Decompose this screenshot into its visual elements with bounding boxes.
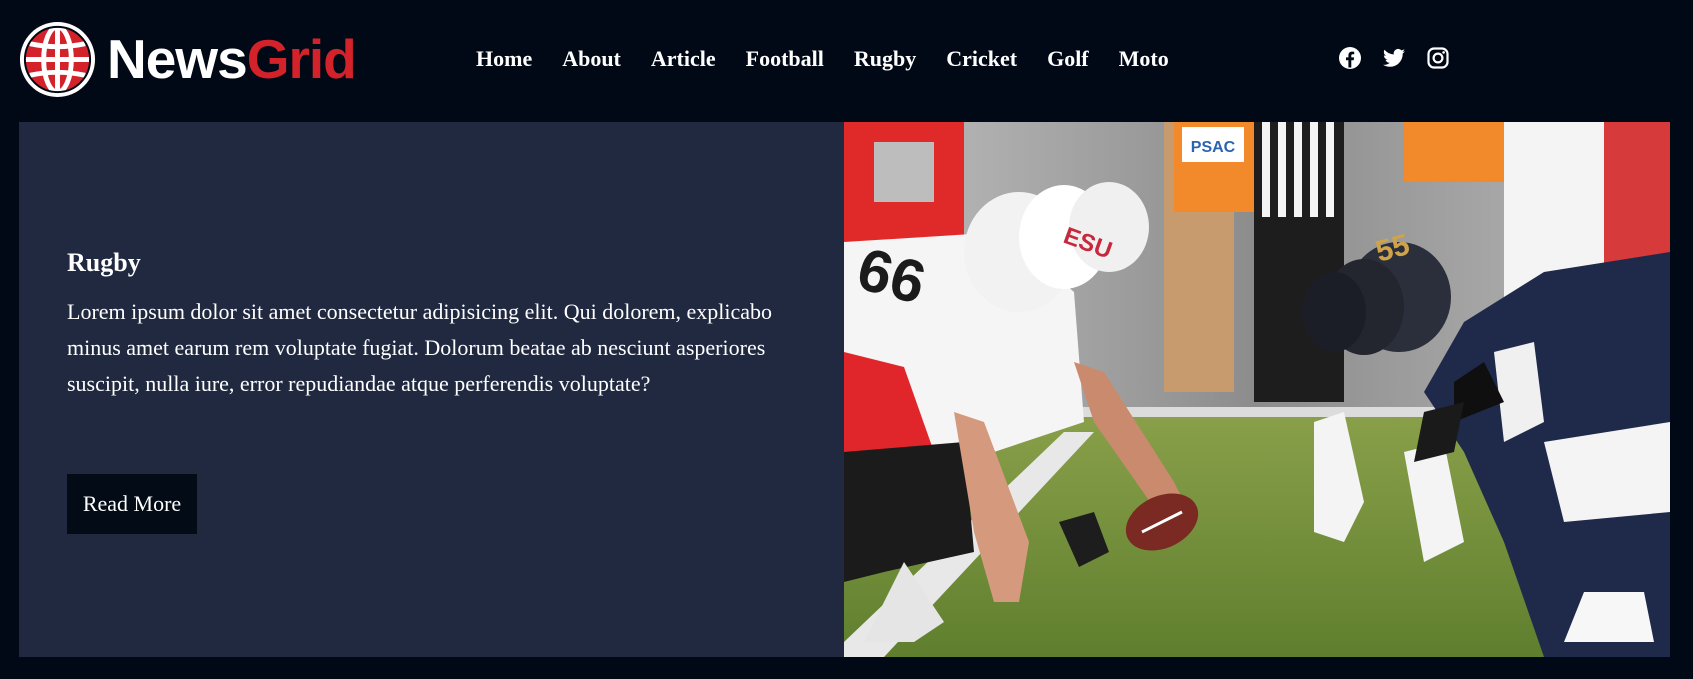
nav-rugby[interactable]: Rugby bbox=[854, 46, 916, 72]
article-excerpt: Lorem ipsum dolor sit amet consectetur a… bbox=[67, 299, 773, 396]
brand-logo[interactable]: NewsGrid bbox=[18, 19, 357, 99]
top-navbar: NewsGrid Home About Article Football Rug… bbox=[0, 0, 1693, 118]
facebook-icon[interactable] bbox=[1338, 46, 1362, 70]
svg-text:PSAC: PSAC bbox=[1191, 139, 1236, 156]
main-nav: Home About Article Football Rugby Cricke… bbox=[476, 44, 1199, 74]
nav-cricket[interactable]: Cricket bbox=[946, 46, 1017, 72]
brand-name: NewsGrid bbox=[107, 31, 357, 87]
read-more-button[interactable]: Read More bbox=[67, 474, 197, 534]
social-links bbox=[1338, 45, 1450, 71]
globe-logo-icon bbox=[19, 21, 96, 97]
nav-home[interactable]: Home bbox=[476, 46, 532, 72]
nav-about[interactable]: About bbox=[562, 46, 621, 72]
brand-name-part1: News bbox=[107, 27, 248, 90]
brand-name-part2: Grid bbox=[246, 27, 357, 90]
nav-golf[interactable]: Golf bbox=[1047, 46, 1089, 72]
nav-moto[interactable]: Moto bbox=[1119, 46, 1169, 72]
featured-article-card: Rugby Lorem ipsum dolor sit amet consect… bbox=[19, 122, 845, 657]
nav-football[interactable]: Football bbox=[746, 46, 824, 72]
nav-article[interactable]: Article bbox=[651, 46, 716, 72]
article-category-title: Rugby bbox=[67, 248, 141, 277]
instagram-icon[interactable] bbox=[1426, 46, 1450, 70]
twitter-icon[interactable] bbox=[1382, 46, 1406, 70]
rugby-featured-image: PSAC ESU 66 55 bbox=[844, 122, 1670, 657]
